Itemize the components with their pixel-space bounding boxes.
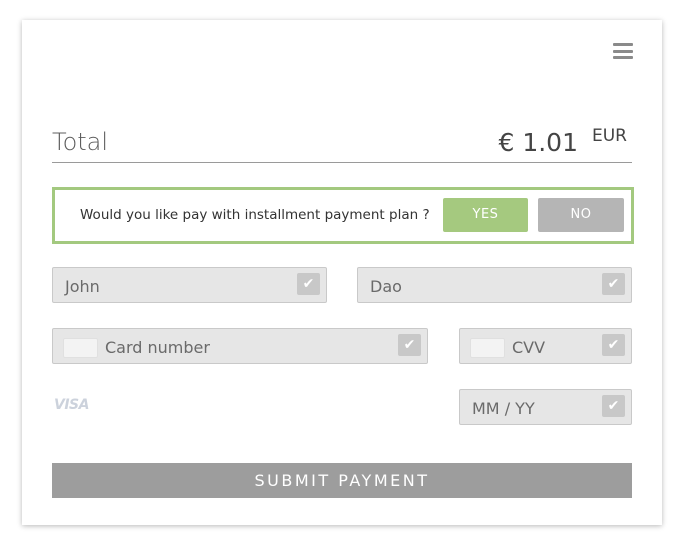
last-name-value: Dao (370, 277, 402, 296)
total-label: Total (52, 128, 109, 156)
cvv-field[interactable]: CVV ✔ (459, 328, 632, 364)
first-name-value: John (65, 277, 100, 296)
hamburger-menu-icon[interactable] (613, 43, 633, 59)
no-button[interactable]: NO (538, 198, 624, 232)
expiry-placeholder: MM / YY (472, 399, 535, 418)
expiry-field[interactable]: MM / YY ✔ (459, 389, 632, 425)
currency-code: EUR (592, 126, 627, 146)
visa-logo: VISA (54, 397, 89, 413)
payment-card: Total € 1.01 EUR Would you like pay with… (22, 20, 662, 525)
total-row: Total € 1.01 EUR (52, 120, 632, 163)
submit-payment-button[interactable]: SUBMIT PAYMENT (52, 463, 632, 498)
installment-plan-box: Would you like pay with installment paym… (52, 187, 634, 244)
card-icon (470, 338, 505, 358)
check-icon: ✔ (297, 273, 320, 295)
card-icon (63, 338, 98, 358)
cvv-placeholder: CVV (512, 338, 546, 357)
check-icon: ✔ (602, 395, 625, 417)
check-icon: ✔ (602, 334, 625, 356)
card-number-placeholder: Card number (105, 338, 210, 357)
check-icon: ✔ (398, 334, 421, 356)
installment-question: Would you like pay with installment paym… (80, 207, 430, 223)
yes-button[interactable]: YES (443, 198, 528, 232)
total-amount: € 1.01 (498, 128, 578, 157)
card-number-field[interactable]: Card number ✔ (52, 328, 428, 364)
check-icon: ✔ (602, 273, 625, 295)
last-name-field[interactable]: Dao ✔ (357, 267, 632, 303)
first-name-field[interactable]: John ✔ (52, 267, 327, 303)
